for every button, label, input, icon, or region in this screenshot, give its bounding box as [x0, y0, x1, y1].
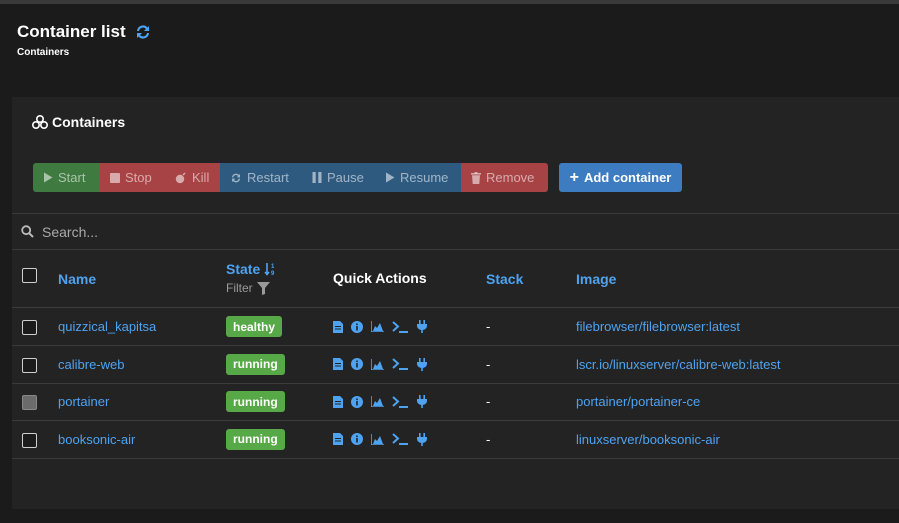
attach-icon[interactable]: [417, 320, 427, 333]
search-icon: [21, 225, 34, 238]
inspect-icon[interactable]: [351, 395, 363, 408]
restart-label: Restart: [247, 170, 289, 185]
logs-icon[interactable]: [333, 395, 343, 408]
search-bar: [12, 213, 899, 250]
attach-icon[interactable]: [417, 395, 427, 408]
logs-icon[interactable]: [333, 358, 343, 370]
row-checkbox[interactable]: [22, 320, 37, 335]
console-icon[interactable]: [392, 358, 409, 370]
top-bar: [0, 0, 899, 4]
select-all-checkbox[interactable]: [22, 268, 37, 283]
stop-icon: [110, 172, 120, 183]
remove-button[interactable]: Remove: [461, 163, 548, 192]
row-checkbox[interactable]: [22, 432, 37, 448]
quick-actions: [333, 383, 427, 420]
page-title: Container list: [17, 22, 152, 42]
breadcrumb: Containers: [17, 47, 70, 58]
stats-icon[interactable]: [371, 358, 384, 370]
row-checkbox[interactable]: [22, 357, 37, 373]
table-row: portainer running - portainer/portainer-ce: [12, 383, 899, 421]
stats-icon[interactable]: [371, 321, 384, 332]
resume-button[interactable]: Resume: [375, 163, 461, 192]
status-badge: running: [226, 428, 285, 450]
status-badge: running: [226, 353, 285, 375]
add-container-button[interactable]: + Add container: [559, 163, 682, 192]
restart-button[interactable]: Restart: [220, 163, 302, 192]
image-link[interactable]: linuxserver/booksonic-air: [576, 432, 720, 447]
kill-label: Kill: [192, 170, 210, 185]
stop-button[interactable]: Stop: [100, 163, 165, 192]
containers-panel: Containers Start Stop Kill Restart Pause…: [12, 97, 899, 509]
cubes-icon: [32, 115, 48, 129]
stack-value: -: [486, 394, 491, 409]
table-row: quizzical_kapitsa healthy - filebrowser/fil…: [12, 308, 899, 346]
resume-label: Resume: [400, 170, 449, 185]
filter-icon: [256, 281, 270, 295]
container-name-link[interactable]: quizzical_kapitsa: [58, 319, 156, 334]
image-link[interactable]: lscr.io/linuxserver/calibre-web:latest: [576, 357, 780, 372]
table-row: calibre-web running - lscr.io/linuxserver/c…: [12, 346, 899, 384]
stats-icon[interactable]: [371, 433, 384, 445]
pause-button[interactable]: Pause: [302, 163, 375, 192]
name-header[interactable]: Name: [58, 271, 96, 287]
table-header: Name State 19 Filter Quick Actions Stack…: [12, 250, 899, 308]
trash-icon: [471, 171, 481, 184]
remove-label: Remove: [486, 170, 535, 185]
refresh-icon[interactable]: [134, 23, 152, 41]
logs-icon[interactable]: [333, 433, 343, 445]
filter-label: Filter: [226, 281, 253, 295]
image-link[interactable]: portainer/portainer-ce: [576, 394, 700, 409]
quick-actions: [333, 308, 427, 345]
play-icon: [386, 172, 395, 183]
stack-value: -: [486, 319, 491, 334]
quick-actions: [333, 346, 427, 383]
panel-header: Containers: [32, 114, 125, 130]
status-badge: healthy: [226, 316, 283, 337]
bomb-icon: [175, 171, 186, 183]
play-icon: [44, 172, 53, 183]
pause-icon: [312, 172, 322, 183]
pause-label: Pause: [327, 170, 364, 185]
image-header[interactable]: Image: [576, 271, 616, 287]
table-row: booksonic-air running - linuxserver/bookson…: [12, 421, 899, 459]
plus-icon: +: [569, 168, 579, 186]
image-link[interactable]: filebrowser/filebrowser:latest: [576, 319, 740, 334]
status-badge: running: [226, 391, 285, 412]
sort-icon: 19: [264, 263, 275, 276]
logs-icon[interactable]: [333, 320, 343, 333]
attach-icon[interactable]: [417, 432, 427, 446]
stack-header[interactable]: Stack: [486, 271, 523, 287]
refresh-icon: [232, 173, 240, 182]
console-icon[interactable]: [392, 395, 409, 408]
svg-text:1: 1: [271, 264, 275, 270]
inspect-icon[interactable]: [351, 358, 363, 370]
start-button[interactable]: Start: [33, 163, 100, 192]
console-icon[interactable]: [392, 320, 409, 333]
state-filter[interactable]: Filter: [226, 281, 270, 295]
stack-value: -: [486, 431, 491, 447]
search-input[interactable]: [40, 222, 444, 241]
container-name-link[interactable]: portainer: [58, 394, 109, 409]
console-icon[interactable]: [392, 433, 409, 445]
state-header[interactable]: State 19: [226, 261, 278, 277]
panel-title: Containers: [52, 114, 126, 130]
row-checkbox[interactable]: [22, 395, 37, 410]
kill-button[interactable]: Kill: [165, 163, 220, 192]
attach-icon[interactable]: [417, 357, 427, 371]
inspect-icon[interactable]: [351, 320, 363, 333]
start-label: Start: [58, 170, 86, 185]
quick-actions: [333, 421, 427, 458]
quick-actions-header: Quick Actions: [333, 270, 427, 286]
state-header-label: State: [226, 261, 261, 277]
stop-label: Stop: [125, 170, 152, 185]
page-title-text: Container list: [17, 22, 126, 41]
inspect-icon[interactable]: [351, 433, 363, 445]
container-actions: Start Stop Kill Restart Pause Resume Rem…: [33, 163, 548, 192]
stats-icon[interactable]: [371, 396, 384, 407]
stack-value: -: [486, 356, 491, 372]
container-name-link[interactable]: booksonic-air: [58, 432, 135, 447]
svg-text:9: 9: [271, 271, 275, 276]
add-container-label: Add container: [583, 170, 672, 185]
container-name-link[interactable]: calibre-web: [58, 357, 124, 372]
